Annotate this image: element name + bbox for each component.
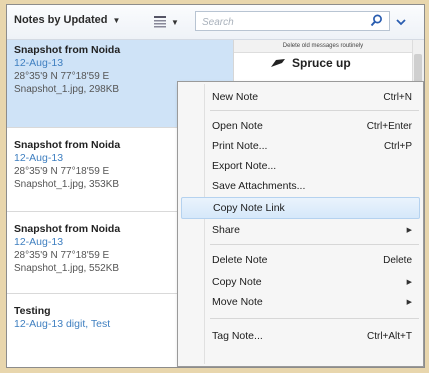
note-tags: digit, Test xyxy=(65,318,111,330)
menu-item-save-attachments[interactable]: Save Attachments... xyxy=(181,175,420,197)
menu-item-copy-note[interactable]: Copy Note ▶ xyxy=(181,271,420,293)
menu-item-label: Share xyxy=(212,224,241,236)
note-title: Snapshot from Noida xyxy=(14,44,121,56)
menu-item-shortcut: Ctrl+P xyxy=(383,140,412,152)
chevron-down-icon: ▼ xyxy=(171,17,179,27)
search-input[interactable] xyxy=(202,14,362,31)
preview-heading: Spruce up xyxy=(270,56,351,70)
menu-item-open-note[interactable]: Open Note Ctrl+Enter xyxy=(181,115,420,137)
list-view-icon xyxy=(154,16,166,28)
submenu-arrow-icon: ▶ xyxy=(406,279,412,286)
menu-item-label: Copy Note xyxy=(212,276,262,288)
note-context-menu: New Note Ctrl+N Open Note Ctrl+Enter Pri… xyxy=(177,81,424,367)
sort-dropdown[interactable]: Notes by Updated ▼ xyxy=(14,14,120,26)
chevron-down-icon xyxy=(396,19,406,26)
menu-item-label: Move Note xyxy=(212,296,263,308)
menu-separator xyxy=(210,244,419,245)
menu-item-copy-note-link[interactable]: Copy Note Link xyxy=(181,197,420,219)
menu-item-delete-note[interactable]: Delete Note Delete xyxy=(181,249,420,271)
note-list-toolbar: Notes by Updated ▼ ▼ xyxy=(7,5,424,40)
menu-item-label: New Note xyxy=(212,91,259,103)
submenu-arrow-icon: ▶ xyxy=(406,299,412,306)
view-options-button[interactable]: ▼ xyxy=(153,13,187,31)
note-date-value: 12-Aug-13 xyxy=(14,318,64,330)
menu-item-label: Delete Note xyxy=(212,254,268,266)
menu-separator xyxy=(210,110,419,111)
note-date: 12-Aug-13 xyxy=(14,57,64,69)
search-icon[interactable] xyxy=(370,14,383,32)
menu-item-tag-note[interactable]: Tag Note... Ctrl+Alt+T xyxy=(181,325,420,347)
menu-item-shortcut: Ctrl+Enter xyxy=(366,120,412,132)
preview-header: Delete old messages routinely xyxy=(234,40,412,53)
sort-label: Notes by Updated xyxy=(14,14,108,26)
chevron-down-icon: ▼ xyxy=(112,15,121,25)
evernote-window: Notes by Updated ▼ ▼ Search Snapshot fro… xyxy=(6,4,425,368)
menu-item-label: Copy Note Link xyxy=(213,202,285,214)
search-options-button[interactable] xyxy=(394,14,408,30)
menu-item-label: Open Note xyxy=(212,120,263,132)
menu-separator xyxy=(210,318,419,319)
broom-icon xyxy=(271,59,285,67)
menu-item-export-note[interactable]: Export Note... xyxy=(181,155,420,177)
menu-item-label: Tag Note... xyxy=(212,330,263,342)
menu-item-move-note[interactable]: Move Note ▶ xyxy=(181,291,420,313)
menu-item-label: Export Note... xyxy=(212,160,277,172)
search-box[interactable] xyxy=(195,11,390,31)
menu-item-new-note[interactable]: New Note Ctrl+N xyxy=(181,86,420,108)
menu-item-shortcut: Delete xyxy=(383,254,412,266)
menu-item-shortcut: Ctrl+Alt+T xyxy=(366,330,412,342)
menu-item-share[interactable]: Share ▶ xyxy=(181,219,420,241)
menu-item-shortcut: Ctrl+N xyxy=(383,91,412,103)
menu-item-print-note[interactable]: Print Note... Ctrl+P xyxy=(181,135,420,157)
menu-item-label: Print Note... xyxy=(212,140,268,152)
menu-item-label: Save Attachments... xyxy=(212,180,306,192)
submenu-arrow-icon: ▶ xyxy=(406,227,412,234)
preview-heading-text: Spruce up xyxy=(292,56,351,70)
